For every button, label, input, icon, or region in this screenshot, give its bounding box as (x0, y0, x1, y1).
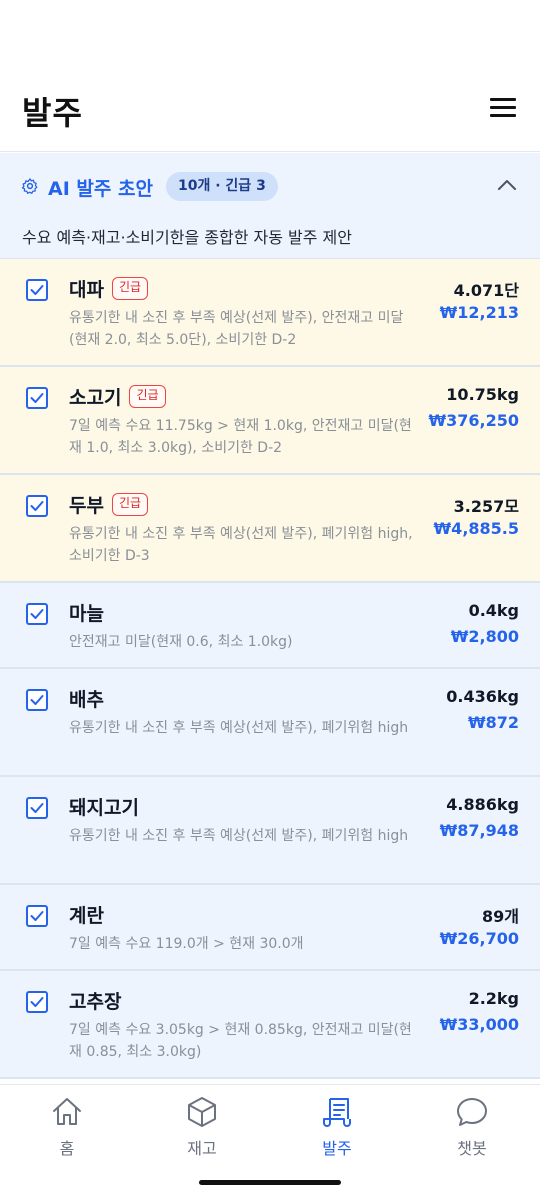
item-price: ₩4,885.5 (433, 519, 519, 538)
order-item[interactable]: 고추장 7일 예측 수요 3.05kg > 현재 0.85kg, 안전재고 미달… (0, 971, 540, 1079)
item-name: 계란 (69, 905, 104, 927)
order-item[interactable]: 배추 유통기한 내 소진 후 부족 예상(선제 발주), 폐기위험 high 0… (0, 669, 540, 777)
item-checkbox[interactable] (26, 689, 48, 711)
item-checkbox[interactable] (26, 905, 48, 927)
tab-inventory[interactable]: 재고 (142, 1095, 262, 1165)
item-reason: 7일 예측 수요 3.05kg > 현재 0.85kg, 안전재고 미달(현재 … (69, 1022, 412, 1060)
item-name: 두부 (69, 495, 104, 517)
chevron-up-icon[interactable] (497, 178, 517, 192)
item-quantity: 0.4kg (468, 601, 519, 620)
item-checkbox[interactable] (26, 387, 48, 409)
tab-chatbot[interactable]: 챗봇 (412, 1095, 532, 1165)
order-item-list: 대파 긴급 유통기한 내 소진 후 부족 예상(선제 발주), 안전재고 미달(현… (0, 259, 540, 1079)
order-item[interactable]: 대파 긴급 유통기한 내 소진 후 부족 예상(선제 발주), 안전재고 미달(현… (0, 259, 540, 367)
item-checkbox[interactable] (26, 991, 48, 1013)
gear-icon[interactable] (21, 177, 39, 195)
item-price: ₩376,250 (428, 411, 519, 430)
item-checkbox[interactable] (26, 797, 48, 819)
item-checkbox[interactable] (26, 603, 48, 625)
page-title: 발주 (22, 94, 83, 132)
item-name: 돼지고기 (69, 797, 139, 819)
item-checkbox[interactable] (26, 495, 48, 517)
tab-label: 발주 (322, 1139, 352, 1158)
ai-draft-title: AI 발주 초안 (48, 178, 153, 200)
order-item[interactable]: 두부 긴급 유통기한 내 소진 후 부족 예상(선제 발주), 폐기위험 high… (0, 475, 540, 583)
tab-label: 재고 (187, 1139, 217, 1158)
item-price: ₩872 (467, 713, 519, 732)
box-icon (188, 1097, 216, 1127)
home-indicator (199, 1180, 341, 1185)
item-name: 고추장 (69, 991, 122, 1013)
item-reason: 유통기한 내 소진 후 부족 예상(선제 발주), 안전재고 미달(현재 2.0… (69, 310, 404, 348)
tab-order[interactable]: 발주 (277, 1095, 397, 1165)
order-item[interactable]: 마늘 안전재고 미달(현재 0.6, 최소 1.0kg) 0.4kg ₩2,80… (0, 583, 540, 669)
item-quantity: 10.75kg (446, 385, 519, 404)
hamburger-menu-button[interactable] (490, 98, 520, 122)
ai-draft-description: 수요 예측·재고·소비기한을 종합한 자동 발주 제안 (22, 228, 353, 247)
order-item[interactable]: 돼지고기 유통기한 내 소진 후 부족 예상(선제 발주), 폐기위험 high… (0, 777, 540, 885)
tab-label: 챗봇 (457, 1139, 487, 1158)
item-quantity: 89개 (482, 907, 519, 926)
order-item[interactable]: 소고기 긴급 7일 예측 수요 11.75kg > 현재 1.0kg, 안전재고 … (0, 367, 540, 475)
tab-home[interactable]: 홈 (7, 1095, 127, 1165)
item-price: ₩87,948 (439, 821, 519, 840)
item-quantity: 4.886kg (446, 795, 519, 814)
item-quantity: 4.071단 (453, 281, 519, 300)
item-reason: 7일 예측 수요 119.0개 > 현재 30.0개 (69, 936, 304, 952)
home-icon (53, 1098, 81, 1125)
item-reason: 안전재고 미달(현재 0.6, 최소 1.0kg) (69, 634, 293, 650)
item-reason: 유통기한 내 소진 후 부족 예상(선제 발주), 폐기위험 high (69, 720, 409, 736)
order-item[interactable]: 계란 7일 예측 수요 119.0개 > 현재 30.0개 89개 ₩26,70… (0, 885, 540, 971)
item-quantity: 0.436kg (446, 687, 519, 706)
item-name: 대파 (69, 279, 104, 301)
urgent-tag: 긴급 (129, 385, 166, 408)
item-reason: 유통기한 내 소진 후 부족 예상(선제 발주), 폐기위험 high, 소비기… (69, 526, 413, 564)
order-scroll-icon (323, 1098, 351, 1127)
tab-label: 홈 (59, 1139, 75, 1158)
item-name: 배추 (69, 689, 104, 711)
chat-bubble-icon (457, 1098, 487, 1126)
item-name: 마늘 (69, 603, 104, 625)
item-quantity: 2.2kg (468, 989, 519, 1008)
item-reason: 유통기한 내 소진 후 부족 예상(선제 발주), 폐기위험 high (69, 828, 409, 844)
item-name: 소고기 (69, 387, 122, 409)
item-checkbox[interactable] (26, 279, 48, 301)
item-price: ₩33,000 (439, 1015, 519, 1034)
urgent-tag: 긴급 (111, 277, 149, 300)
item-quantity: 3.257모 (453, 497, 519, 516)
item-price: ₩2,800 (450, 627, 519, 646)
item-price: ₩12,213 (439, 303, 519, 322)
urgent-tag: 긴급 (111, 493, 149, 516)
item-price: ₩26,700 (439, 929, 519, 948)
app-header: 발주 (0, 0, 540, 152)
item-reason: 7일 예측 수요 11.75kg > 현재 1.0kg, 안전재고 미달(현재 … (69, 418, 412, 456)
ai-draft-count-badge: 10개 · 긴급 3 (166, 172, 278, 201)
